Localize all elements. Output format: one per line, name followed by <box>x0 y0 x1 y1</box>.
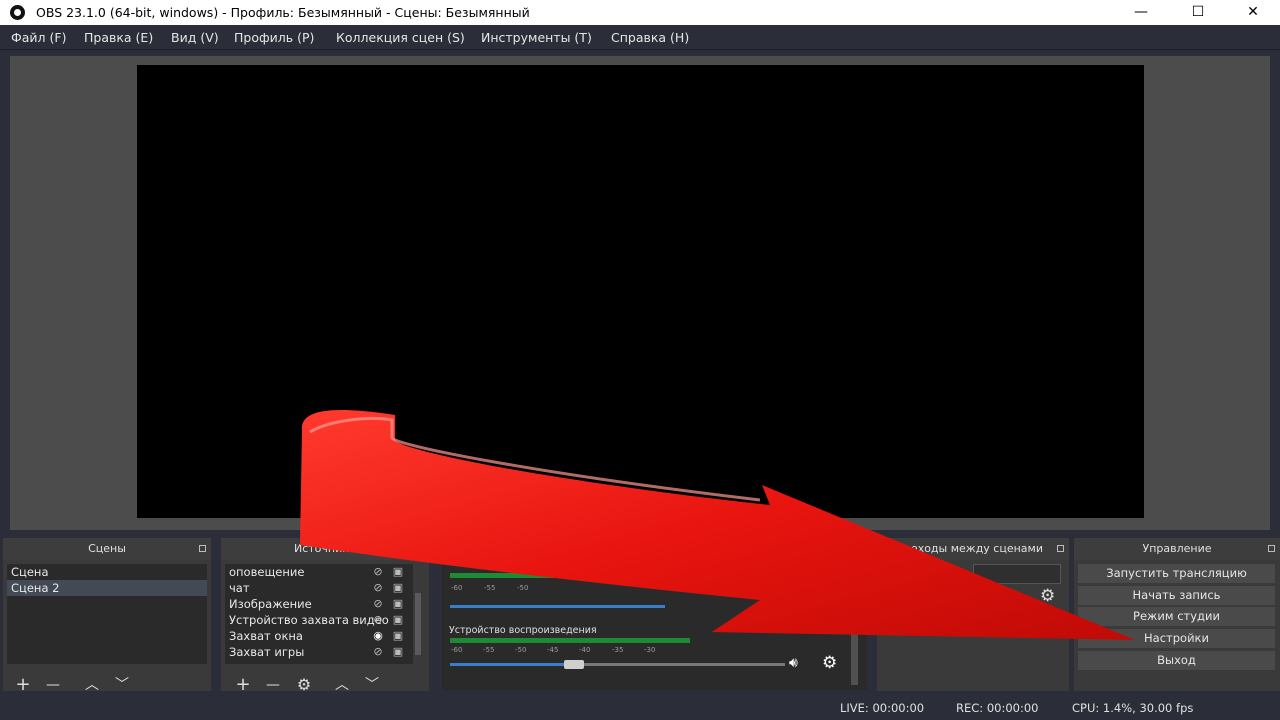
audio-meter <box>450 638 690 643</box>
minimize-button[interactable]: — <box>1118 0 1164 25</box>
undock-icon[interactable] <box>1057 545 1064 552</box>
add-scene-button[interactable]: + <box>12 674 34 696</box>
sources-list: оповещение ⊘ ▣ чат ⊘ ▣ Изображение ⊘ ▣ У… <box>225 564 413 664</box>
window-title: OBS 23.1.0 (64-bit, windows) - Профиль: … <box>36 5 530 20</box>
exit-button[interactable]: Выход <box>1078 651 1275 670</box>
meter-scale-label: -50 <box>517 584 529 592</box>
scene-item[interactable]: Сцена 2 <box>7 580 207 596</box>
start-stream-button[interactable]: Запустить трансляцию <box>1078 564 1275 583</box>
menu-scene-collection[interactable]: Коллекция сцен (S) <box>336 30 465 45</box>
add-source-button[interactable]: + <box>232 674 254 696</box>
source-label: Устройство захвата видео <box>229 613 389 627</box>
mixer-gear-icon[interactable]: ⚙ <box>822 653 837 673</box>
audio-mixer: -60 -55 -50 Устройство воспроизведения -… <box>442 560 867 690</box>
meter-scale-label: -55 <box>483 646 495 654</box>
lock-icon[interactable]: ▣ <box>391 597 405 611</box>
hidden-eye-icon[interactable]: ⊘ <box>371 645 385 659</box>
sources-toolbar: + — ⚙ ︿ ﹀ <box>231 674 421 696</box>
menu-tools[interactable]: Инструменты (T) <box>481 30 592 45</box>
close-button[interactable]: ✕ <box>1230 0 1276 25</box>
transitions-dock: Переходы между сценами ⚙ <box>877 538 1069 691</box>
scenes-list: Сцена Сцена 2 <box>7 564 207 664</box>
lock-icon[interactable]: ▣ <box>391 581 405 595</box>
hidden-eye-icon[interactable]: ⊘ <box>371 613 385 627</box>
source-label: оповещение <box>229 565 305 579</box>
volume-slider-fill <box>450 663 574 666</box>
lock-icon[interactable]: ▣ <box>391 629 405 643</box>
source-item[interactable]: чат ⊘ ▣ <box>225 580 413 596</box>
meter-scale-label: -45 <box>547 646 559 654</box>
menu-view[interactable]: Вид (V) <box>171 30 219 45</box>
source-item[interactable]: Устройство захвата видео ⊘ ▣ <box>225 612 413 628</box>
scenes-toolbar: + — ︿ ﹀ <box>11 674 201 696</box>
source-item[interactable]: Захват игры ⊘ ▣ <box>225 644 413 660</box>
transitions-dock-title: Переходы между сценами <box>877 538 1069 560</box>
status-bar: LIVE: 00:00:00 REC: 00:00:00 CPU: 1.4%, … <box>0 697 1280 720</box>
meter-scale-label: -60 <box>451 584 463 592</box>
scene-item[interactable]: Сцена <box>7 564 207 580</box>
lock-icon[interactable]: ▣ <box>391 565 405 579</box>
channel-label: Устройство воспроизведения <box>449 625 597 636</box>
cpu-fps-status: CPU: 1.4%, 30.00 fps <box>1072 701 1194 715</box>
hidden-eye-icon[interactable]: ⊘ <box>371 565 385 579</box>
title-bar: OBS 23.1.0 (64-bit, windows) - Профиль: … <box>0 0 1280 25</box>
volume-slider-knob[interactable] <box>564 660 584 669</box>
menu-file[interactable]: Файл (F) <box>11 30 66 45</box>
speaker-icon[interactable]: 🔊︎ <box>789 655 798 671</box>
hidden-eye-icon[interactable]: ⊘ <box>371 597 385 611</box>
undock-icon[interactable] <box>199 545 206 552</box>
sources-dock: Источники оповещение ⊘ ▣ чат ⊘ ▣ Изображ… <box>221 538 429 695</box>
mixer-scrollbar[interactable] <box>851 570 858 685</box>
volume-slider[interactable] <box>450 605 665 608</box>
undock-icon[interactable] <box>1268 545 1275 552</box>
sources-dock-title: Источники <box>221 538 429 560</box>
source-label: Захват игры <box>229 645 305 659</box>
start-recording-button[interactable]: Начать запись <box>1078 586 1275 605</box>
source-properties-gear-icon[interactable]: ⚙ <box>293 674 315 696</box>
meter-scale-label: -55 <box>484 584 496 592</box>
remove-scene-button[interactable]: — <box>42 674 64 696</box>
source-item[interactable]: оповещение ⊘ ▣ <box>225 564 413 580</box>
move-source-up-button[interactable]: ︿ <box>331 674 353 696</box>
maximize-button[interactable]: ☐ <box>1175 0 1221 25</box>
meter-scale-label: -35 <box>612 646 624 654</box>
transition-select[interactable] <box>973 564 1061 584</box>
rec-timer: REC: 00:00:00 <box>956 701 1039 715</box>
meter-scale-label: -30 <box>644 646 656 654</box>
scenes-dock-title: Сцены <box>3 538 211 560</box>
menu-help[interactable]: Справка (H) <box>611 30 689 45</box>
source-item[interactable]: Захват окна ◉ ▣ <box>225 628 413 644</box>
visible-eye-icon[interactable]: ◉ <box>371 629 385 643</box>
preview-canvas[interactable] <box>137 65 1144 518</box>
remove-source-button[interactable]: — <box>262 674 284 696</box>
move-scene-down-button[interactable]: ﹀ <box>111 674 133 696</box>
move-source-down-button[interactable]: ﹀ <box>361 674 383 696</box>
hidden-eye-icon[interactable]: ⊘ <box>371 581 385 595</box>
source-label: Изображение <box>229 597 312 611</box>
menu-bar: Файл (F) Правка (E) Вид (V) Профиль (P) … <box>0 25 1280 50</box>
lock-icon[interactable]: ▣ <box>391 645 405 659</box>
lock-icon[interactable]: ▣ <box>391 613 405 627</box>
menu-edit[interactable]: Правка (E) <box>84 30 153 45</box>
controls-dock-title: Управление <box>1074 538 1280 560</box>
scenes-dock: Сцены Сцена Сцена 2 + — ︿ ﹀ <box>3 538 211 695</box>
meter-scale-label: -60 <box>451 646 463 654</box>
move-scene-up-button[interactable]: ︿ <box>81 674 103 696</box>
source-item[interactable]: Изображение ⊘ ▣ <box>225 596 413 612</box>
live-timer: LIVE: 00:00:00 <box>840 701 925 715</box>
sources-scrollbar[interactable] <box>415 593 421 655</box>
studio-mode-button[interactable]: Режим студии <box>1078 607 1275 626</box>
meter-scale-label: -50 <box>515 646 527 654</box>
obs-logo-icon <box>10 5 25 20</box>
settings-button[interactable]: Настройки <box>1078 629 1275 648</box>
source-label: чат <box>229 581 250 595</box>
audio-meter <box>450 573 665 578</box>
transition-gear-icon[interactable]: ⚙ <box>1040 586 1055 606</box>
menu-profile[interactable]: Профиль (P) <box>234 30 314 45</box>
source-label: Захват окна <box>229 629 303 643</box>
meter-scale-label: -40 <box>579 646 591 654</box>
